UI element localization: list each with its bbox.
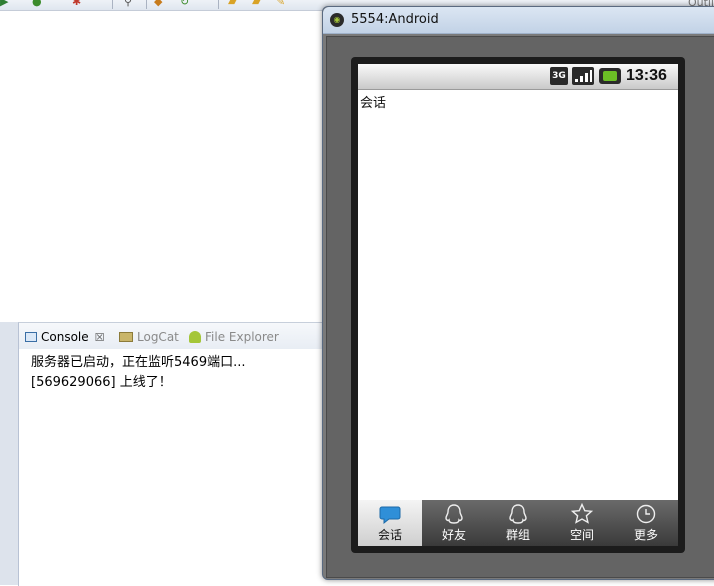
console-view: Console ☒ LogCat File Explorer 服务器已启动，正在… — [18, 322, 331, 586]
tab-more[interactable]: 更多 — [614, 500, 678, 546]
debug-icon[interactable]: ✱ — [72, 0, 81, 8]
tab-console[interactable]: Console ☒ — [25, 329, 105, 345]
tab-chat-label: 会话 — [377, 528, 402, 542]
console-icon — [25, 332, 37, 342]
folder-icon[interactable]: ▰ — [252, 0, 260, 8]
logcat-icon — [119, 332, 133, 342]
phone-bezel: 3G 13:36 会话 会话 好友 群组 空间 更多 — [351, 57, 685, 553]
toolbar-separator — [112, 0, 113, 9]
wizard-icon[interactable]: ✎ — [276, 0, 285, 8]
tab-chat[interactable]: 会话 — [358, 500, 422, 546]
star-icon — [571, 503, 593, 524]
console-output[interactable]: 服务器已启动，正在监听5469端口... [569629066] 上线了！ — [31, 353, 245, 393]
emulator-title: 5554:Android — [351, 12, 439, 27]
tab-console-label: Console — [41, 330, 89, 344]
run-icon[interactable]: ▶ — [0, 0, 8, 8]
tab-groups-label: 群组 — [505, 528, 530, 542]
emulator-titlebar[interactable]: ◉ 5554:Android — [323, 7, 714, 34]
penguin-icon — [445, 504, 463, 524]
battery-icon — [599, 68, 621, 84]
toolbar-separator — [146, 0, 147, 9]
android-icon — [189, 331, 201, 343]
debug-icon[interactable]: ● — [32, 0, 42, 8]
status-bar: 3G 13:36 — [358, 64, 678, 90]
view-tab-bar: Console ☒ LogCat File Explorer — [19, 323, 331, 349]
clock-icon — [636, 504, 656, 524]
package-icon[interactable]: ◆ — [154, 0, 162, 8]
tab-file-explorer-label: File Explorer — [205, 330, 279, 344]
tab-file-explorer[interactable]: File Explorer — [189, 329, 279, 345]
toolbar-separator — [218, 0, 219, 9]
editor-area — [0, 11, 330, 321]
tab-space[interactable]: 空间 — [550, 500, 614, 546]
bottom-tab-bar: 会话 好友 群组 空间 更多 — [358, 500, 678, 546]
console-line: 服务器已启动，正在监听5469端口... — [31, 355, 246, 370]
search-icon[interactable]: ⚲ — [124, 0, 132, 8]
emulator-frame: 3G 13:36 会话 会话 好友 群组 空间 更多 — [326, 36, 714, 578]
close-icon[interactable]: ☒ — [95, 331, 105, 344]
network-3g-icon: 3G — [550, 67, 568, 85]
tab-friends-label: 好友 — [441, 528, 466, 542]
android-logo-icon: ◉ — [330, 13, 344, 27]
chat-bubble-icon — [379, 506, 401, 525]
left-trim — [0, 322, 18, 585]
folder-open-icon[interactable]: ▰ — [228, 0, 236, 8]
tab-logcat-label: LogCat — [137, 330, 179, 344]
signal-strength-icon — [572, 67, 594, 85]
tab-logcat[interactable]: LogCat — [119, 329, 179, 345]
tab-friends[interactable]: 好友 — [422, 500, 486, 546]
refresh-icon[interactable]: ↻ — [180, 0, 189, 8]
phone-screen[interactable]: 3G 13:36 会话 会话 好友 群组 空间 更多 — [358, 64, 678, 546]
penguin-icon — [509, 504, 527, 524]
tab-groups[interactable]: 群组 — [486, 500, 550, 546]
tab-more-label: 更多 — [633, 528, 658, 542]
tab-space-label: 空间 — [569, 528, 594, 542]
emulator-window: ◉ 5554:Android 3G 13:36 会话 会话 好友 群组 空间 更… — [322, 6, 714, 580]
console-line: [569629066] 上线了！ — [31, 375, 172, 390]
page-title: 会话 — [360, 96, 387, 111]
status-clock: 13:36 — [626, 67, 667, 84]
